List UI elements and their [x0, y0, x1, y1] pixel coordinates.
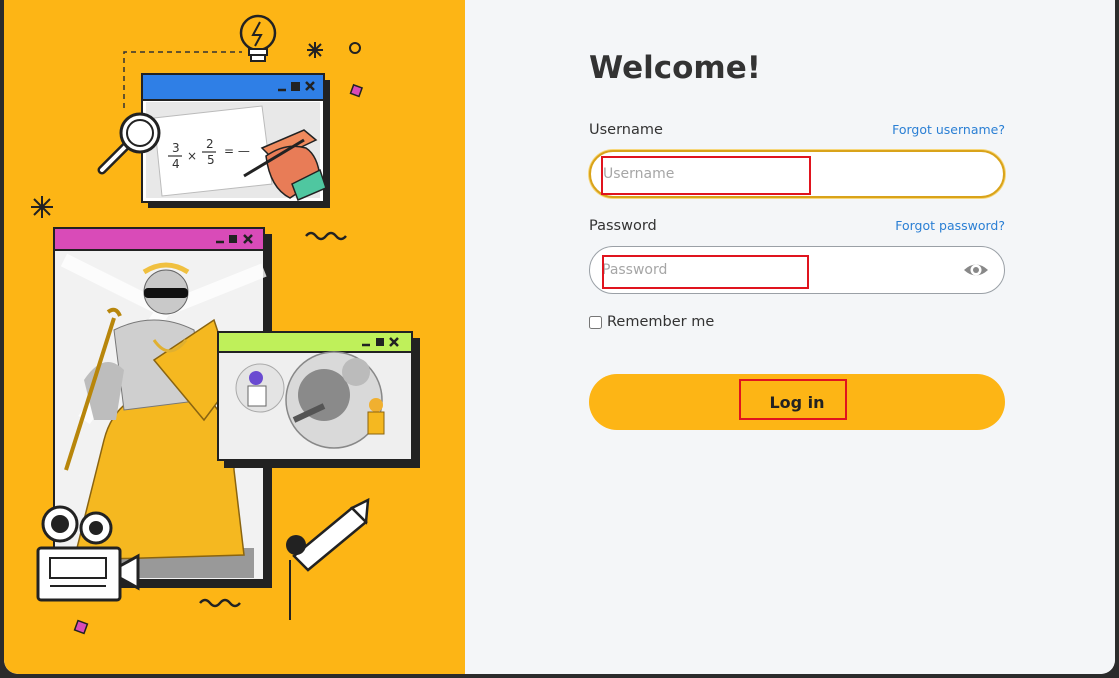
- illustration-panel: 3 4 × 2 5 = —: [4, 0, 465, 674]
- page-title: Welcome!: [589, 50, 761, 86]
- math-tail: = —: [224, 144, 250, 158]
- password-input[interactable]: [589, 246, 1005, 294]
- math-fraction-a: 3: [172, 141, 180, 155]
- username-label: Username: [589, 122, 663, 138]
- password-label: Password: [589, 218, 657, 234]
- remember-me[interactable]: Remember me: [589, 314, 714, 330]
- username-input[interactable]: [589, 150, 1005, 198]
- remember-me-checkbox[interactable]: [589, 315, 602, 329]
- forgot-username-link[interactable]: Forgot username?: [885, 122, 1005, 137]
- math-window: 3 4 × 2 5 = —: [141, 73, 330, 208]
- forgot-password-link[interactable]: Forgot password?: [885, 218, 1005, 233]
- lightbulb-icon: [239, 14, 277, 62]
- pencil-icon: [286, 497, 370, 620]
- science-window: [217, 331, 420, 468]
- login-page: 3 4 × 2 5 = — Welcome! Username Forgot u…: [4, 0, 1115, 674]
- education-illustration: 3 4 × 2 5 = —: [31, 14, 420, 635]
- math-denominator-b: 5: [207, 153, 215, 167]
- math-denominator-a: 4: [172, 157, 180, 171]
- login-form-panel: Welcome! Username Forgot username? Passw…: [465, 0, 1115, 674]
- remember-me-label: Remember me: [607, 314, 715, 330]
- svg-text:×: ×: [187, 149, 197, 163]
- login-button[interactable]: Log in: [589, 374, 1005, 430]
- eye-icon[interactable]: [962, 258, 990, 282]
- math-numerator-b: 2: [206, 137, 214, 151]
